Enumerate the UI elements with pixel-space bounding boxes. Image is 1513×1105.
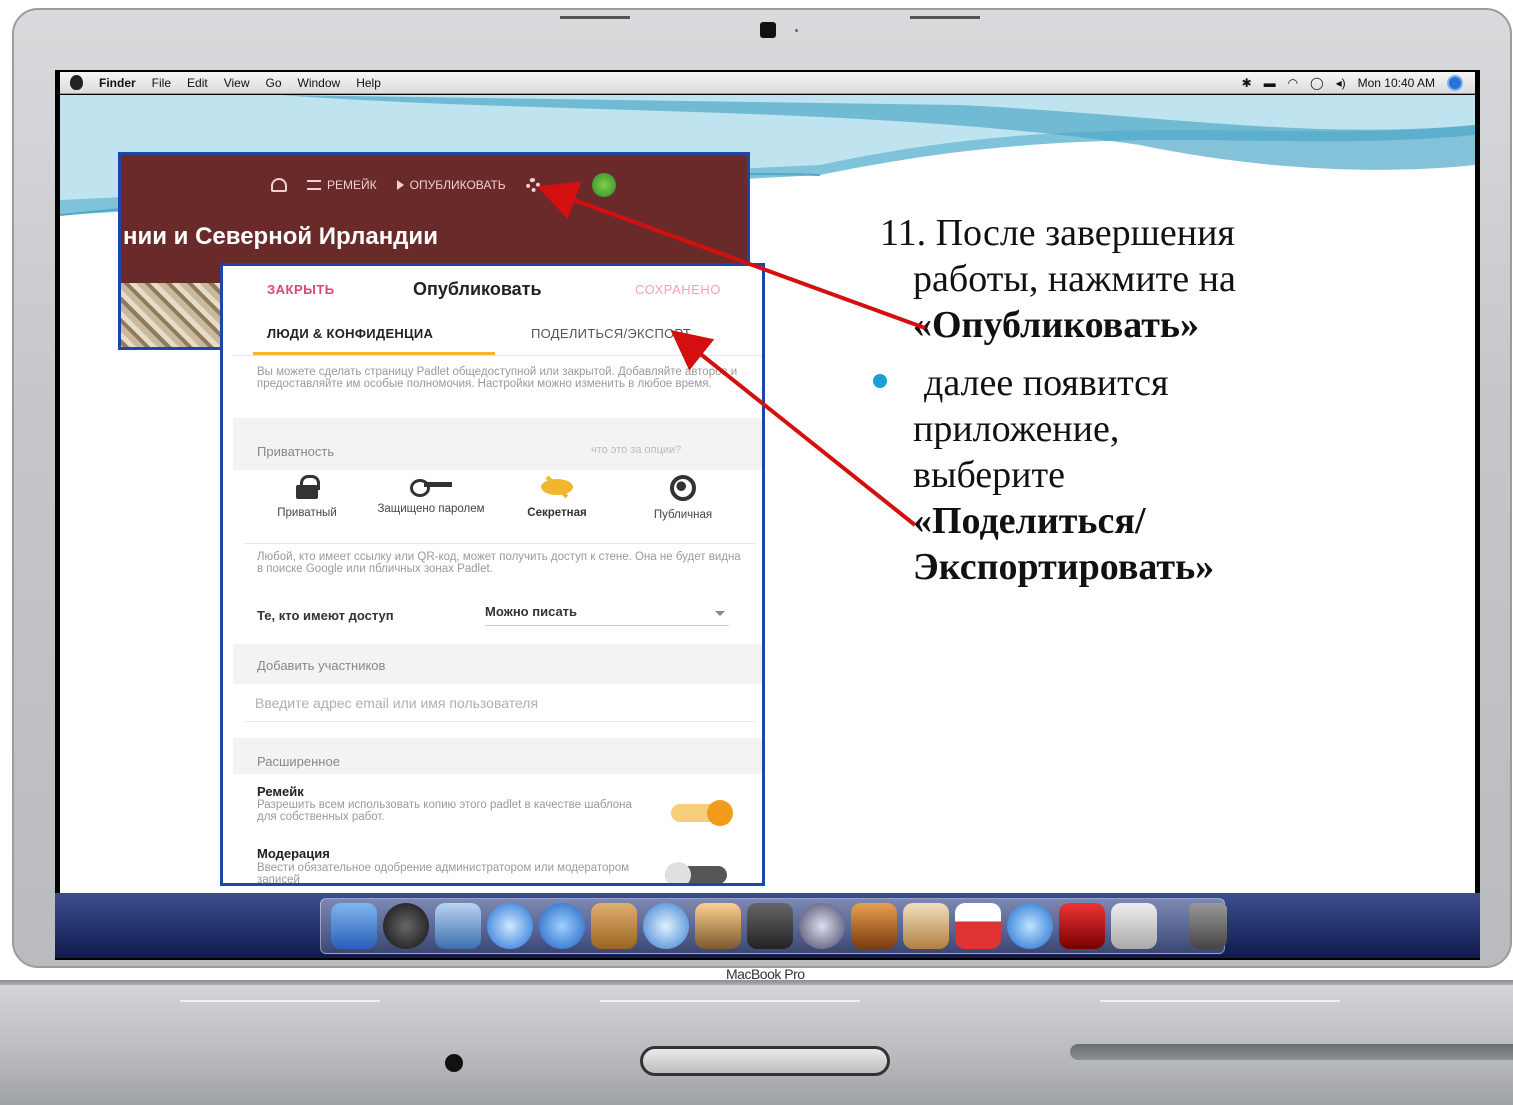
iphoto-icon[interactable] <box>695 903 741 949</box>
sleep-led-icon <box>445 1054 463 1072</box>
ical-icon[interactable] <box>955 903 1001 949</box>
safari-icon[interactable] <box>487 903 533 949</box>
quicktime-icon[interactable] <box>1007 903 1053 949</box>
idvd-icon[interactable] <box>799 903 845 949</box>
imovie-icon[interactable] <box>747 903 793 949</box>
ichat-icon[interactable] <box>539 903 585 949</box>
itunes-icon[interactable] <box>643 903 689 949</box>
dock <box>320 898 1227 954</box>
trash-icon[interactable] <box>1189 903 1227 949</box>
mail-icon[interactable] <box>435 903 481 949</box>
arrow-to-publish <box>536 181 926 330</box>
base-highlight <box>1100 1000 1340 1002</box>
base-highlight <box>180 1000 380 1002</box>
dashboard-icon[interactable] <box>383 903 429 949</box>
garageband-icon[interactable] <box>851 903 897 949</box>
address-book-icon[interactable] <box>591 903 637 949</box>
finder-icon[interactable] <box>331 903 377 949</box>
arrow-to-share-tab <box>670 330 917 527</box>
photo-booth-icon[interactable] <box>1059 903 1105 949</box>
base-highlight <box>600 1000 860 1002</box>
system-preferences-icon[interactable] <box>1111 903 1157 949</box>
laptop-photo: Finder File Edit View Go Window Help ✱ ▬… <box>0 0 1513 1105</box>
lid-latch <box>640 1046 890 1076</box>
iweb-icon[interactable] <box>903 903 949 949</box>
laptop-base-edge <box>1070 1044 1513 1060</box>
